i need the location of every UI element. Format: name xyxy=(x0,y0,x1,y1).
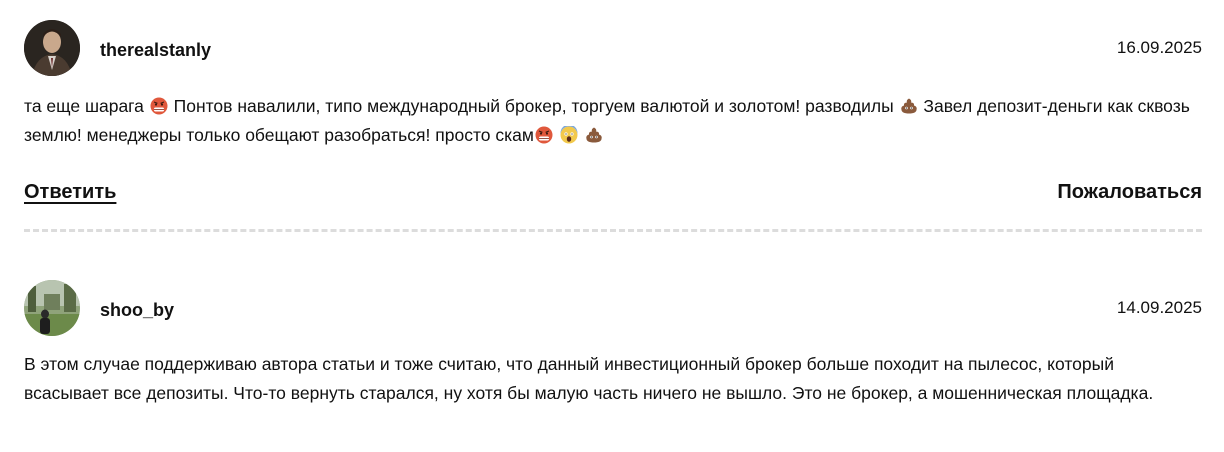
comment-date: 14.09.2025 xyxy=(1116,298,1202,317)
avatar[interactable] xyxy=(24,280,80,336)
comment-actions: Ответить Пожаловаться xyxy=(24,181,1202,209)
reply-link[interactable]: Ответить xyxy=(24,181,116,204)
poop-icon xyxy=(900,95,918,114)
comment-text-part: та еще шарага xyxy=(24,96,149,116)
comment-divider xyxy=(24,229,1202,232)
comment-text-part: Понтов навалили, типо международный брок… xyxy=(168,96,899,116)
avatar[interactable] xyxy=(24,20,80,76)
report-link[interactable]: Пожаловаться xyxy=(1057,181,1202,204)
poop-icon xyxy=(585,124,603,143)
screaming-face-icon xyxy=(560,124,578,144)
comment-username: therealstanly xyxy=(100,40,212,60)
angry-face-icon xyxy=(150,95,168,115)
comment-text: В этом случае поддерживаю автора статьи … xyxy=(24,354,1154,403)
comment-text: та еще шарага Понтов навалили, типо межд… xyxy=(24,92,1202,150)
comment-date: 16.09.2025 xyxy=(1116,38,1202,57)
angry-face-icon xyxy=(535,124,553,144)
comment-username: shoo_by xyxy=(100,300,175,320)
